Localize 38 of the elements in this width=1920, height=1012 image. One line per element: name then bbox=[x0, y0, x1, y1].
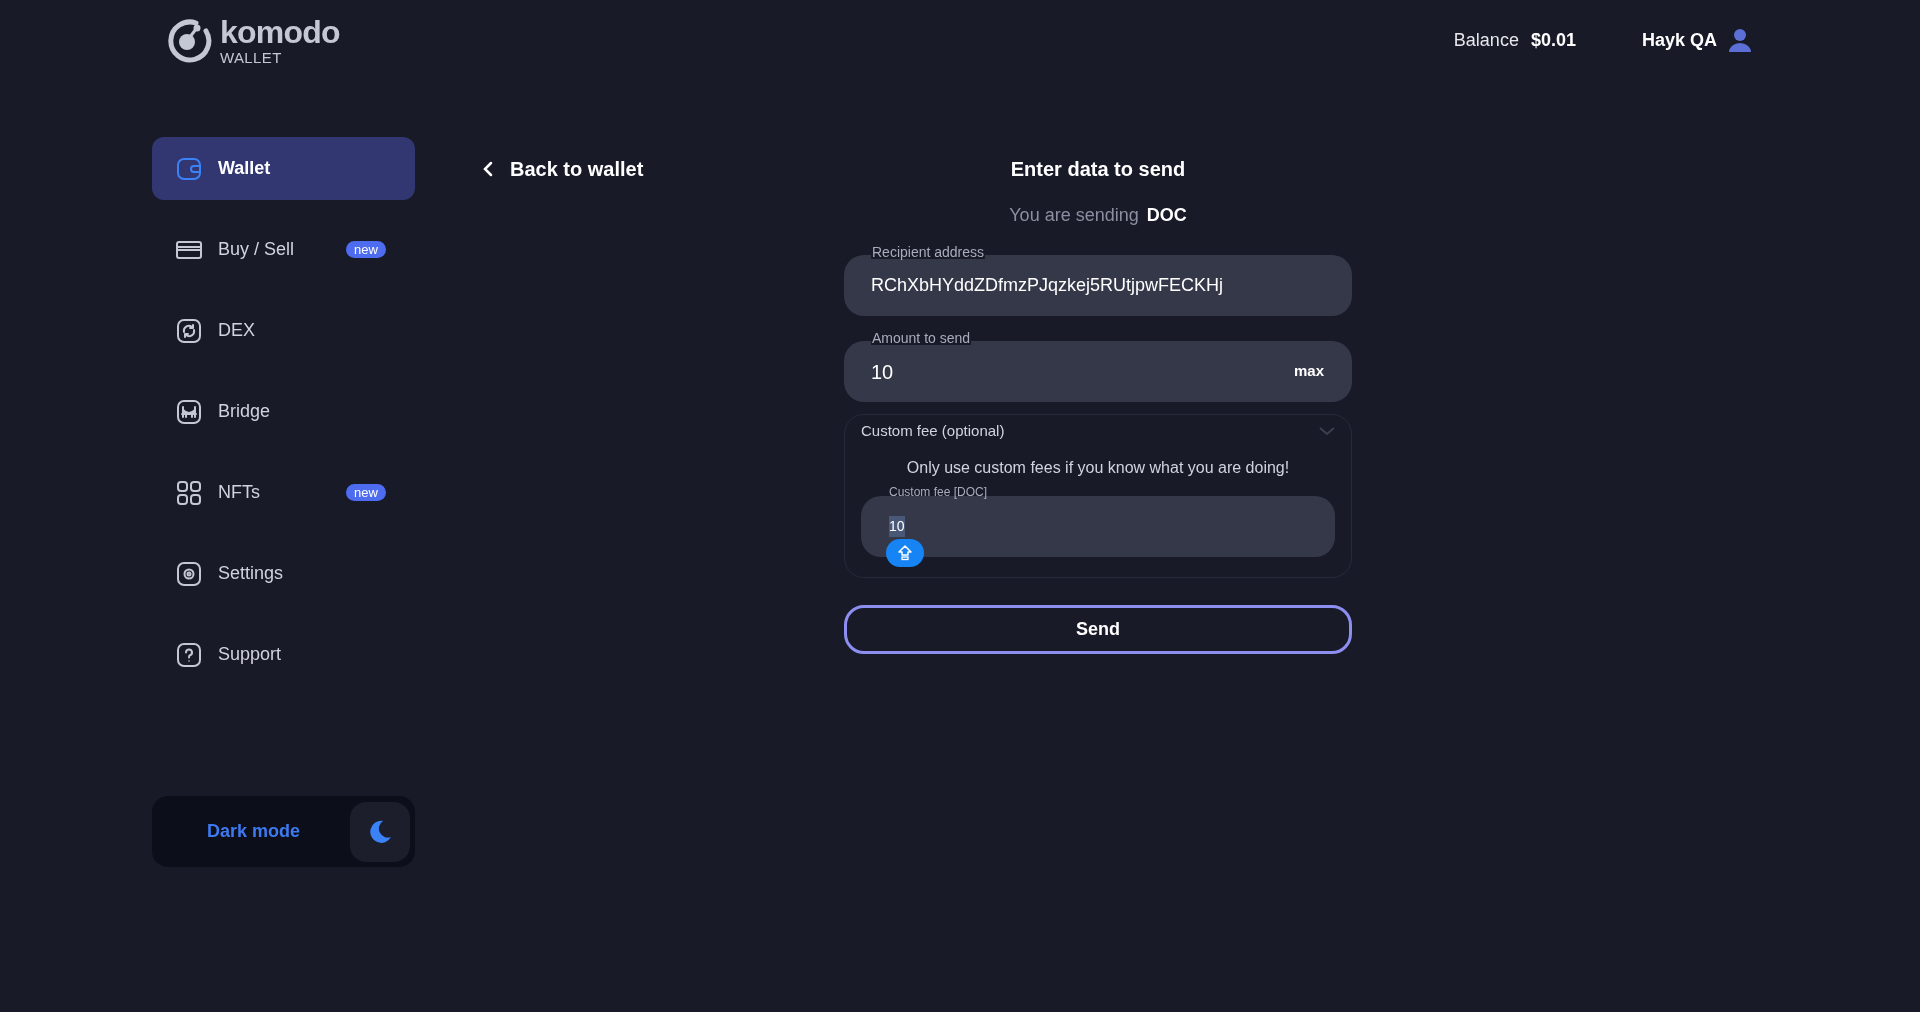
sidebar-item[interactable]: Wallet bbox=[152, 137, 415, 200]
sending-label: You are sending bbox=[1009, 204, 1139, 227]
field-label: Recipient address bbox=[871, 245, 986, 259]
form-title: Enter data to send bbox=[1010, 156, 1186, 182]
sidebar-item[interactable]: DEX bbox=[152, 299, 415, 362]
logo-subtitle: WALLET bbox=[220, 49, 283, 65]
settings-icon bbox=[176, 560, 202, 587]
sidebar-item[interactable]: Buy / Sell new bbox=[152, 218, 415, 281]
coin-name: DOC bbox=[1146, 204, 1187, 227]
swap-icon bbox=[176, 317, 202, 344]
bridge-icon bbox=[176, 398, 202, 425]
balance-value: $0.01 bbox=[1530, 28, 1576, 52]
help-icon bbox=[176, 641, 202, 668]
sidebar-item[interactable]: Bridge bbox=[152, 380, 415, 443]
chevron-icon bbox=[1319, 426, 1335, 436]
fee-warning: Only use custom fees if you know what you are doing! bbox=[905, 458, 1291, 478]
moon-icon bbox=[367, 818, 393, 845]
logo-wordmark: komodo bbox=[220, 15, 340, 48]
custom-fee-toggle[interactable]: Custom fee (optional) bbox=[861, 415, 1335, 447]
sidebar-item[interactable]: Settings bbox=[152, 542, 415, 605]
wallet-icon bbox=[176, 155, 202, 182]
sidebar-item[interactable]: NFTs new bbox=[152, 461, 415, 524]
grid-icon bbox=[176, 479, 202, 506]
scroll-up-button[interactable] bbox=[886, 539, 924, 567]
field-label: Amount to send bbox=[871, 331, 972, 345]
arrow-up-icon bbox=[897, 545, 913, 561]
logo-icon bbox=[166, 17, 212, 63]
field-label: Custom fee [DOC] bbox=[889, 486, 988, 498]
new-badge: new bbox=[346, 241, 386, 258]
sidebar-item[interactable]: Support bbox=[152, 623, 415, 686]
balance-label: Balance bbox=[1453, 28, 1519, 52]
chevron-left-icon bbox=[482, 160, 494, 177]
user-name[interactable]: Hayk QA bbox=[1641, 26, 1717, 54]
send-button[interactable]: Send bbox=[844, 605, 1352, 654]
dark-mode-toggle[interactable]: Dark mode bbox=[152, 796, 415, 867]
back-link[interactable]: Back to wallet bbox=[482, 153, 644, 184]
max-button[interactable]: max bbox=[1293, 360, 1324, 383]
new-badge: new bbox=[346, 484, 386, 501]
